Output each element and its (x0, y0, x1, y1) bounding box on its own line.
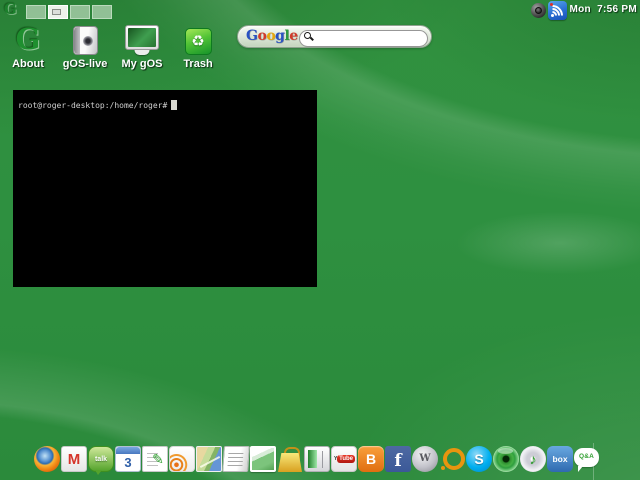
google-news-icon[interactable] (222, 446, 250, 472)
terminal-window[interactable]: root@roger-desktop:/home/roger# (13, 90, 317, 287)
google-search-widget: Google (237, 25, 432, 48)
desktop-icon-label: About (12, 58, 44, 70)
google-calendar-glyph: 3 (124, 454, 132, 470)
google-docs-icon[interactable]: ✎ (142, 446, 168, 472)
dock: Mtalk 3 ✎ YouTube Bf W S ♪ box Q&A (34, 446, 599, 475)
workspace-2[interactable] (48, 5, 68, 19)
skype-glyph: S (474, 451, 484, 467)
search-input-wrap (299, 28, 428, 47)
google-calendar-icon[interactable]: 3 (115, 446, 141, 472)
workspace-window-thumb (52, 9, 61, 15)
google-maps-icon[interactable] (196, 446, 222, 472)
wifi-status-dot (550, 3, 553, 6)
live-cd-icon (72, 26, 98, 55)
desktop-icon-about[interactable]: G About (0, 22, 60, 71)
wifi-dot (551, 14, 554, 17)
google-logo: Google (246, 28, 298, 44)
skype-icon[interactable]: S (466, 446, 492, 472)
wifi-icon[interactable] (548, 1, 567, 20)
live-cd-box (53, 22, 117, 55)
youtube-glyph-2: Tube (337, 455, 355, 463)
music-player-glyph: ♪ (529, 451, 537, 467)
workspace-pager (26, 5, 112, 19)
terminal-cursor (171, 100, 178, 110)
desktop-icon-label: Trash (183, 58, 213, 70)
desktop: G Mon 7:56 PM G About gOS-live My gOS ♻ … (0, 0, 640, 480)
firefox-icon[interactable] (34, 446, 60, 472)
box-icon[interactable]: box (547, 446, 573, 472)
search-input[interactable] (299, 29, 428, 47)
workspace-1[interactable] (26, 5, 46, 19)
search-icon[interactable] (304, 32, 311, 39)
trash-box: ♻ (166, 22, 230, 55)
faqly-icon[interactable]: Q&A (574, 447, 599, 472)
wikipedia-icon[interactable]: W (412, 446, 438, 472)
faqly-glyph: Q&A (578, 452, 595, 460)
gmail-glyph: M (67, 450, 81, 468)
box-glyph: box (552, 453, 568, 464)
desktop-icon-label: gOS-live (62, 58, 108, 70)
xine-icon[interactable] (493, 446, 519, 472)
gos-g-icon: G (0, 22, 60, 55)
desktop-icon-trash[interactable]: ♻ Trash (166, 22, 230, 70)
monitor-icon (125, 25, 159, 50)
google-shopping-icon[interactable] (277, 446, 303, 472)
recycle-icon: ♻ (184, 28, 212, 55)
volume-icon[interactable] (531, 3, 546, 18)
google-talk-glyph: talk (94, 455, 108, 463)
google-docs-glyph: ✎ (152, 451, 164, 467)
recycle-glyph: ♻ (191, 33, 205, 50)
clock: Mon 7:56 PM (569, 4, 637, 15)
google-talk-icon[interactable]: talk (88, 446, 114, 475)
google-logo-letter: e (289, 28, 298, 44)
music-player-icon[interactable]: ♪ (520, 446, 546, 472)
gmail-icon[interactable]: M (61, 446, 87, 472)
google-logo-letter: o (257, 28, 267, 44)
wikipedia-glyph: W (419, 453, 431, 464)
speaker-icon (535, 7, 542, 14)
desktop-icon-my-gos[interactable]: My gOS (110, 22, 174, 70)
desktop-icon-label: My gOS (121, 58, 163, 70)
monitor-box (110, 22, 174, 55)
google-logo-letter: G (246, 28, 258, 44)
facebook-icon[interactable]: f (385, 446, 411, 472)
gos-apps-icon[interactable] (304, 446, 330, 472)
blogger-icon[interactable]: B (358, 446, 384, 472)
google-photos-icon[interactable] (250, 446, 276, 472)
meebo-icon[interactable] (439, 446, 465, 472)
desktop-icon-gos-live[interactable]: gOS-live (53, 22, 117, 70)
workspace-4[interactable] (92, 5, 112, 19)
g-glyph: G (15, 22, 41, 56)
google-reader-icon[interactable] (169, 446, 195, 472)
youtube-icon[interactable]: YouTube (331, 446, 357, 472)
terminal-prompt: root@roger-desktop:/home/roger# (18, 101, 168, 110)
dock-edge (593, 443, 594, 480)
google-logo-letter: o (266, 28, 276, 44)
blogger-glyph: B (365, 451, 377, 467)
facebook-glyph: f (394, 450, 402, 471)
gos-menu-icon[interactable]: G (4, 0, 17, 18)
workspace-3[interactable] (70, 5, 90, 19)
